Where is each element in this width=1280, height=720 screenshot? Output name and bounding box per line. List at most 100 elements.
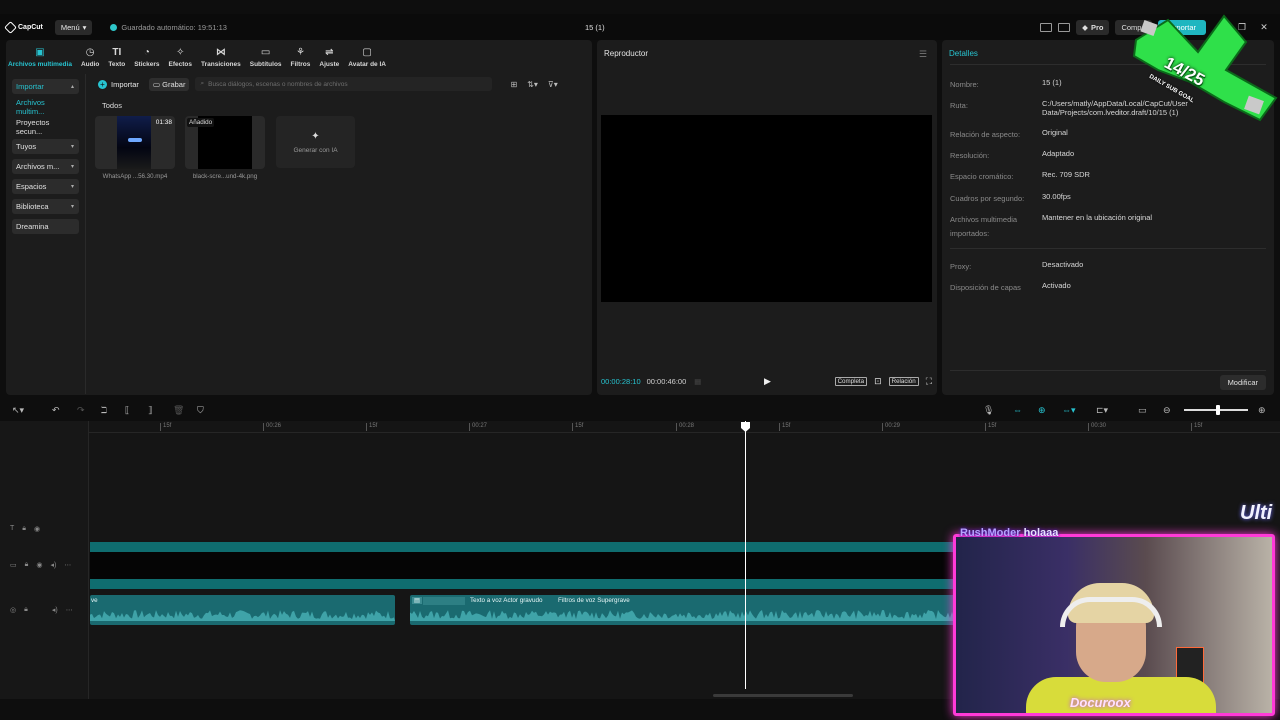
snapshot-icon[interactable]: ⊡ (874, 376, 882, 387)
tab-text[interactable]: TI Texto (108, 48, 125, 69)
media-thumbnail-image[interactable]: Añadido (185, 116, 265, 169)
eye-icon[interactable]: ◉ (36, 561, 42, 569)
lock-icon[interactable]: 🔒︎ (24, 606, 28, 614)
media-panel: ▣ Archivos multimedia ◷ Audio TI Texto ◔ Sti… (6, 40, 592, 395)
aspect-ratio-button[interactable]: Relación (888, 376, 919, 386)
zoom-out-icon[interactable]: ⊖ (1163, 405, 1171, 416)
auto-snap-icon[interactable]: ⊕ (1038, 405, 1046, 416)
split-icon[interactable]: ℶ (101, 405, 107, 416)
tab-label: Stickers (134, 61, 160, 68)
tts-clip-label: Texto a voz Actor gravudo (470, 597, 543, 604)
video-clip-black[interactable] (90, 552, 960, 579)
lock-icon[interactable]: 🔒︎ (22, 525, 26, 533)
zoom-slider-handle[interactable] (1215, 405, 1220, 415)
tab-label: Audio (80, 61, 100, 68)
tab-media[interactable]: ▣ Archivos multimedia (8, 48, 72, 69)
sub-goal-overlay (1132, 14, 1278, 122)
tab-adjust[interactable]: ⇌ Ajuste (319, 48, 339, 69)
sidebar-item-import[interactable]: Importar ▴ (12, 79, 79, 94)
speaker-icon[interactable]: ◂) (50, 561, 56, 569)
microphone-icon[interactable]: 🎙 (983, 405, 994, 416)
full-quality-button[interactable]: Completa (834, 376, 868, 386)
sidebar-item-library[interactable]: Biblioteca ▾ (12, 199, 79, 214)
detail-value: Original (1042, 128, 1068, 137)
redo-icon[interactable]: ↷ (77, 405, 85, 416)
sidebar-item-dreamina[interactable]: Dreamina (12, 219, 79, 234)
transitions-icon: ⋈ (215, 47, 226, 58)
sidebar-item-media-files[interactable]: Archivos multim... (12, 98, 79, 116)
delete-icon[interactable]: 🗑 (173, 405, 184, 416)
split-left-icon[interactable]: ⟦ (125, 405, 129, 416)
ruler-tick: 00:26 (263, 423, 281, 431)
main-track-magnet-icon[interactable]: ⇔ (1013, 405, 1022, 415)
speaker-icon[interactable]: ◂) (52, 606, 58, 614)
details-title: Detalles (949, 49, 978, 58)
waveform-shape (410, 610, 960, 621)
tts-audio-clip[interactable]: ▤ Texto a voz Actor gravudo Filtros de v… (410, 595, 960, 625)
playhead[interactable] (741, 421, 750, 689)
tab-subtitles[interactable]: ▭ Subtítulos (250, 47, 282, 69)
player-panel: Reproductor ☰ 00:00:28:10 00:00:46:00 ▦ … (597, 40, 937, 395)
tab-filters[interactable]: ⚘ Filtros (291, 48, 311, 69)
chevron-up-icon: ▴ (70, 84, 74, 90)
detail-key: Ruta: (950, 101, 968, 110)
marker-icon[interactable]: ⛉ (197, 405, 204, 416)
link-icon[interactable]: ⇔▾ (1062, 405, 1076, 416)
select-tool-icon[interactable]: ↖▾ (12, 405, 24, 416)
tab-label: Avatar de IA (348, 61, 386, 68)
tab-transitions[interactable]: ⋈ Transiciones (201, 47, 241, 69)
keyboard-icon[interactable] (1058, 22, 1071, 32)
zoom-slider[interactable] (1184, 405, 1248, 415)
subtitles-icon: ▭ (260, 47, 271, 58)
chevron-down-icon: ▾ (70, 164, 74, 170)
split-right-icon[interactable]: ⟧ (148, 405, 152, 416)
caption-icon[interactable]: ▭ (1138, 405, 1147, 416)
zoom-in-icon[interactable]: ⊕ (1258, 405, 1266, 416)
stream-banner: Ulti (1240, 502, 1273, 524)
fullscreen-icon[interactable]: ⛶ (926, 376, 932, 387)
preview-axis-icon[interactable]: ⊏▾ (1096, 405, 1108, 416)
modify-button[interactable]: Modificar (1219, 375, 1266, 390)
filter-icon[interactable]: ⊽▾ (548, 80, 558, 89)
media-search-input[interactable]: ⌕ Busca diálogos, escenas o nombres de a… (195, 77, 493, 91)
more-icon[interactable]: ⋯ (66, 606, 73, 614)
tab-stickers[interactable]: ◔ Stickers (134, 48, 160, 69)
lock-icon[interactable]: 🔒︎ (25, 561, 29, 569)
tab-effects[interactable]: ✧ Efectos (169, 48, 192, 69)
clip-strip[interactable] (90, 579, 960, 589)
chevron-down-icon: ▾ (70, 184, 74, 190)
sort-icon[interactable]: ⇅▾ (527, 80, 538, 89)
audio-clip[interactable]: ve (90, 595, 395, 625)
chevron-down-icon: ▾ (70, 204, 74, 210)
pro-button[interactable]: ◆ Pro (1076, 19, 1110, 35)
more-icon[interactable]: ⋯ (64, 561, 71, 569)
menu-icon[interactable]: ☰ (919, 49, 927, 60)
ruler-tick: 00:28 (676, 423, 694, 431)
clip-thumbnail (423, 597, 465, 605)
detail-value: Desactivado (1042, 260, 1084, 269)
preview-screen[interactable] (601, 115, 932, 302)
sidebar-item-spaces[interactable]: Espacios ▾ (12, 179, 79, 194)
import-button[interactable]: + Importar (94, 78, 143, 91)
sidebar-item-label: Dreamina (16, 222, 49, 231)
sidebar-item-yours[interactable]: Tuyos ▾ (12, 139, 79, 154)
sidebar-item-secondary-projects[interactable]: Proyectos secun... (12, 118, 79, 136)
timecode-format-icon[interactable]: ▦ (694, 377, 701, 386)
menu-button[interactable]: Menú ▾ (54, 19, 93, 35)
video-preview-light (128, 138, 142, 142)
audio-clip-label: ve (91, 597, 98, 604)
tab-ai-avatar[interactable]: ▢ Avatar de IA (348, 48, 386, 69)
layout-icon[interactable] (1040, 22, 1053, 32)
undo-icon[interactable]: ↶ (52, 405, 60, 416)
play-icon[interactable]: ▶ (764, 376, 771, 387)
media-thumbnail-video[interactable]: 01:38 (95, 116, 175, 169)
time-ruler[interactable]: 15f 00:26 15f 00:27 15f 00:28 15f 00:29 … (89, 421, 1280, 433)
sidebar-item-media-folder[interactable]: Archivos m... ▾ (12, 159, 79, 174)
generate-ai-button[interactable]: ✦ Generar con IA (276, 116, 355, 168)
eye-icon[interactable]: ◉ (34, 525, 40, 533)
clip-strip[interactable] (90, 542, 960, 552)
record-button[interactable]: ▭ Grabar (148, 77, 190, 91)
grid-view-icon[interactable]: ⊞ (510, 80, 517, 89)
horizontal-scrollbar[interactable] (713, 694, 853, 697)
tab-audio[interactable]: ◷ Audio (80, 48, 100, 69)
